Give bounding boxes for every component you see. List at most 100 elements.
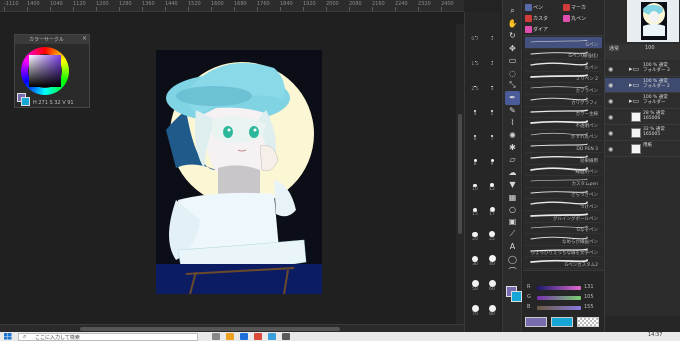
subtool-group-tab[interactable]: ダイア [525,24,548,34]
transparent-color-swatch[interactable] [577,317,599,327]
sub-color-swatch[interactable] [21,97,30,106]
subtool-group-tab[interactable]: マーカ [563,2,586,12]
subtool-brush-item[interactable]: Gペン(線強化) [525,49,602,61]
windows-start-icon[interactable] [4,333,12,340]
subtool-brush-item[interactable]: 丸ペン [525,60,602,72]
folder-icon: ▸▭ [629,97,640,105]
layer-row[interactable]: ◉ ▸▭ 100 % 通常 フォルダー 3 [605,62,680,77]
task-view-icon[interactable] [212,333,220,340]
slider-track[interactable] [537,286,581,290]
line-correction-icon[interactable]: ⌒ [505,264,520,278]
brush-size-option[interactable]: 25 [484,220,500,242]
subtool-brush-item[interactable]: ちょっぴりえっちな線を文字ペン [525,246,602,258]
horizontal-scrollbar[interactable] [0,324,464,332]
taskbar-search-box[interactable]: ⌕ ここに入力して検索 [18,333,198,341]
slider-track[interactable] [537,296,581,300]
brush-size-option[interactable]: 40 [484,245,500,267]
brush-size-option[interactable]: 2 [484,45,500,67]
brush-size-option[interactable]: 1 [484,20,500,42]
color-history-swatch[interactable] [551,317,573,327]
eye-icon[interactable]: ◉ [608,82,613,89]
eye-icon[interactable]: ◉ [608,130,613,137]
vertical-scrollbar[interactable] [456,24,464,336]
saturation-value-square[interactable] [29,55,61,87]
brush-size-option[interactable]: 30 [467,245,483,267]
brush-name: なめらか線画ペン [562,239,598,245]
brush-size-option[interactable]: 10 [467,170,483,192]
subtool-brush-item[interactable]: つけペン [525,199,602,211]
subtool-brush-item[interactable]: なめらか線画ペン [525,234,602,246]
subtool-brush-item[interactable]: グルイングボールペン [525,211,602,223]
brush-size-option[interactable]: 80 [484,295,500,317]
artwork-canvas[interactable] [156,50,322,294]
brush-size-option[interactable]: 9 [484,145,500,167]
sub-drawing-color[interactable] [511,291,522,302]
brush-size-option[interactable]: 1.5 [467,45,483,67]
clip-studio-taskbar-icon[interactable] [282,333,290,340]
subtool-brush-item[interactable]: カブラペン [525,83,602,95]
close-icon[interactable]: × [82,35,87,42]
brush-size-option[interactable]: 4 [467,95,483,117]
taskbar-clock: 14:37 [648,332,663,338]
subtool-brush-item[interactable]: カラー主線 [525,107,602,119]
brush-size-option[interactable]: 5 [484,95,500,117]
layer-row[interactable]: ◉ 28 % 通常 165006 [605,110,680,125]
store-icon[interactable] [268,333,276,340]
brush-size-option[interactable]: 7 [484,120,500,142]
color-slider-row[interactable]: B 155 [527,304,601,311]
layer-row[interactable]: ◉ ▸▭ 100 % 通常 フォルダー 2 [605,78,680,93]
layer-row[interactable]: ◉ ▸▭ 100 % 通常 フォルダー [605,94,680,109]
subtool-brush-item[interactable]: Gペンカスタム2 [525,257,602,269]
brush-size-option[interactable]: 12 [484,170,500,192]
subtool-brush-item[interactable]: 線画用ペン [525,165,602,177]
subtool-brush-item[interactable]: 効果線用 [525,153,602,165]
subtool-brush-item[interactable]: ざらつきペン [525,188,602,200]
subtool-group-tab[interactable]: カスタ [525,13,548,23]
brush-size-option[interactable]: 3 [484,70,500,92]
subtool-brush-item[interactable]: カスタムpen [525,176,602,188]
subtool-brush-item[interactable]: 不透明ペン [525,118,602,130]
color-history-swatch[interactable] [525,317,547,327]
subtool-brush-item[interactable]: DD PEN 3 [525,141,602,153]
layer-name: 100 % 通常 フォルダー [643,95,668,105]
subtool-brush-item[interactable]: Gなぞペン [525,223,602,235]
vertical-scroll-thumb[interactable] [458,114,462,234]
eye-icon[interactable]: ◉ [608,66,613,73]
color-slider-row[interactable]: R 131 [527,284,601,291]
eye-icon[interactable]: ◉ [608,146,613,153]
slider-track[interactable] [537,306,581,310]
brush-size-label: 60 [489,287,495,292]
navigator-preview[interactable] [627,0,679,42]
color-slider-row[interactable]: G 105 [527,294,601,301]
brush-size-option[interactable]: 2.5 [467,70,483,92]
layer-opacity[interactable]: 100 [645,45,655,51]
edge-icon[interactable] [240,333,248,340]
blend-mode[interactable]: 通常 [609,45,619,52]
horizontal-scroll-thumb[interactable] [80,327,340,331]
browser-icon[interactable] [254,333,262,340]
brush-size-option[interactable]: 20 [467,220,483,242]
subtool-brush-item[interactable]: Gペン [525,37,602,49]
subtool-brush-item[interactable]: かすれ丸ペン [525,130,602,142]
subtool-brush-item[interactable]: カリグラフィ [525,95,602,107]
canvas-area[interactable]: カラーサークル × H 271 S 32 V 91 [0,12,464,336]
eye-icon[interactable]: ◉ [608,114,613,121]
subtool-group-tab[interactable]: 丸ペン [563,13,586,23]
brush-size-option[interactable]: 8 [467,145,483,167]
layer-row[interactable]: ◉ 用紙 [605,142,680,157]
brush-size-option[interactable]: 17 [484,195,500,217]
brush-size-option[interactable]: 60 [484,270,500,292]
brush-size-option[interactable]: 0.7 [467,20,483,42]
brush-size-option[interactable]: 70 [467,295,483,317]
explorer-icon[interactable] [226,333,234,340]
brush-size-option[interactable]: 15 [467,195,483,217]
brush-size-option[interactable]: 50 [467,270,483,292]
layer-row[interactable]: ◉ 32 % 通常 165005 [605,126,680,141]
brush-name: ざらつきペン [571,193,598,199]
color-panel-titlebar[interactable]: カラーサークル × [15,35,89,44]
subtool-group-tab[interactable]: ペン [525,2,543,12]
brush-size-dot [488,255,496,262]
subtool-brush-item[interactable]: ミリペン 2 [525,72,602,84]
eye-icon[interactable]: ◉ [608,98,613,105]
brush-size-option[interactable]: 6 [467,120,483,142]
